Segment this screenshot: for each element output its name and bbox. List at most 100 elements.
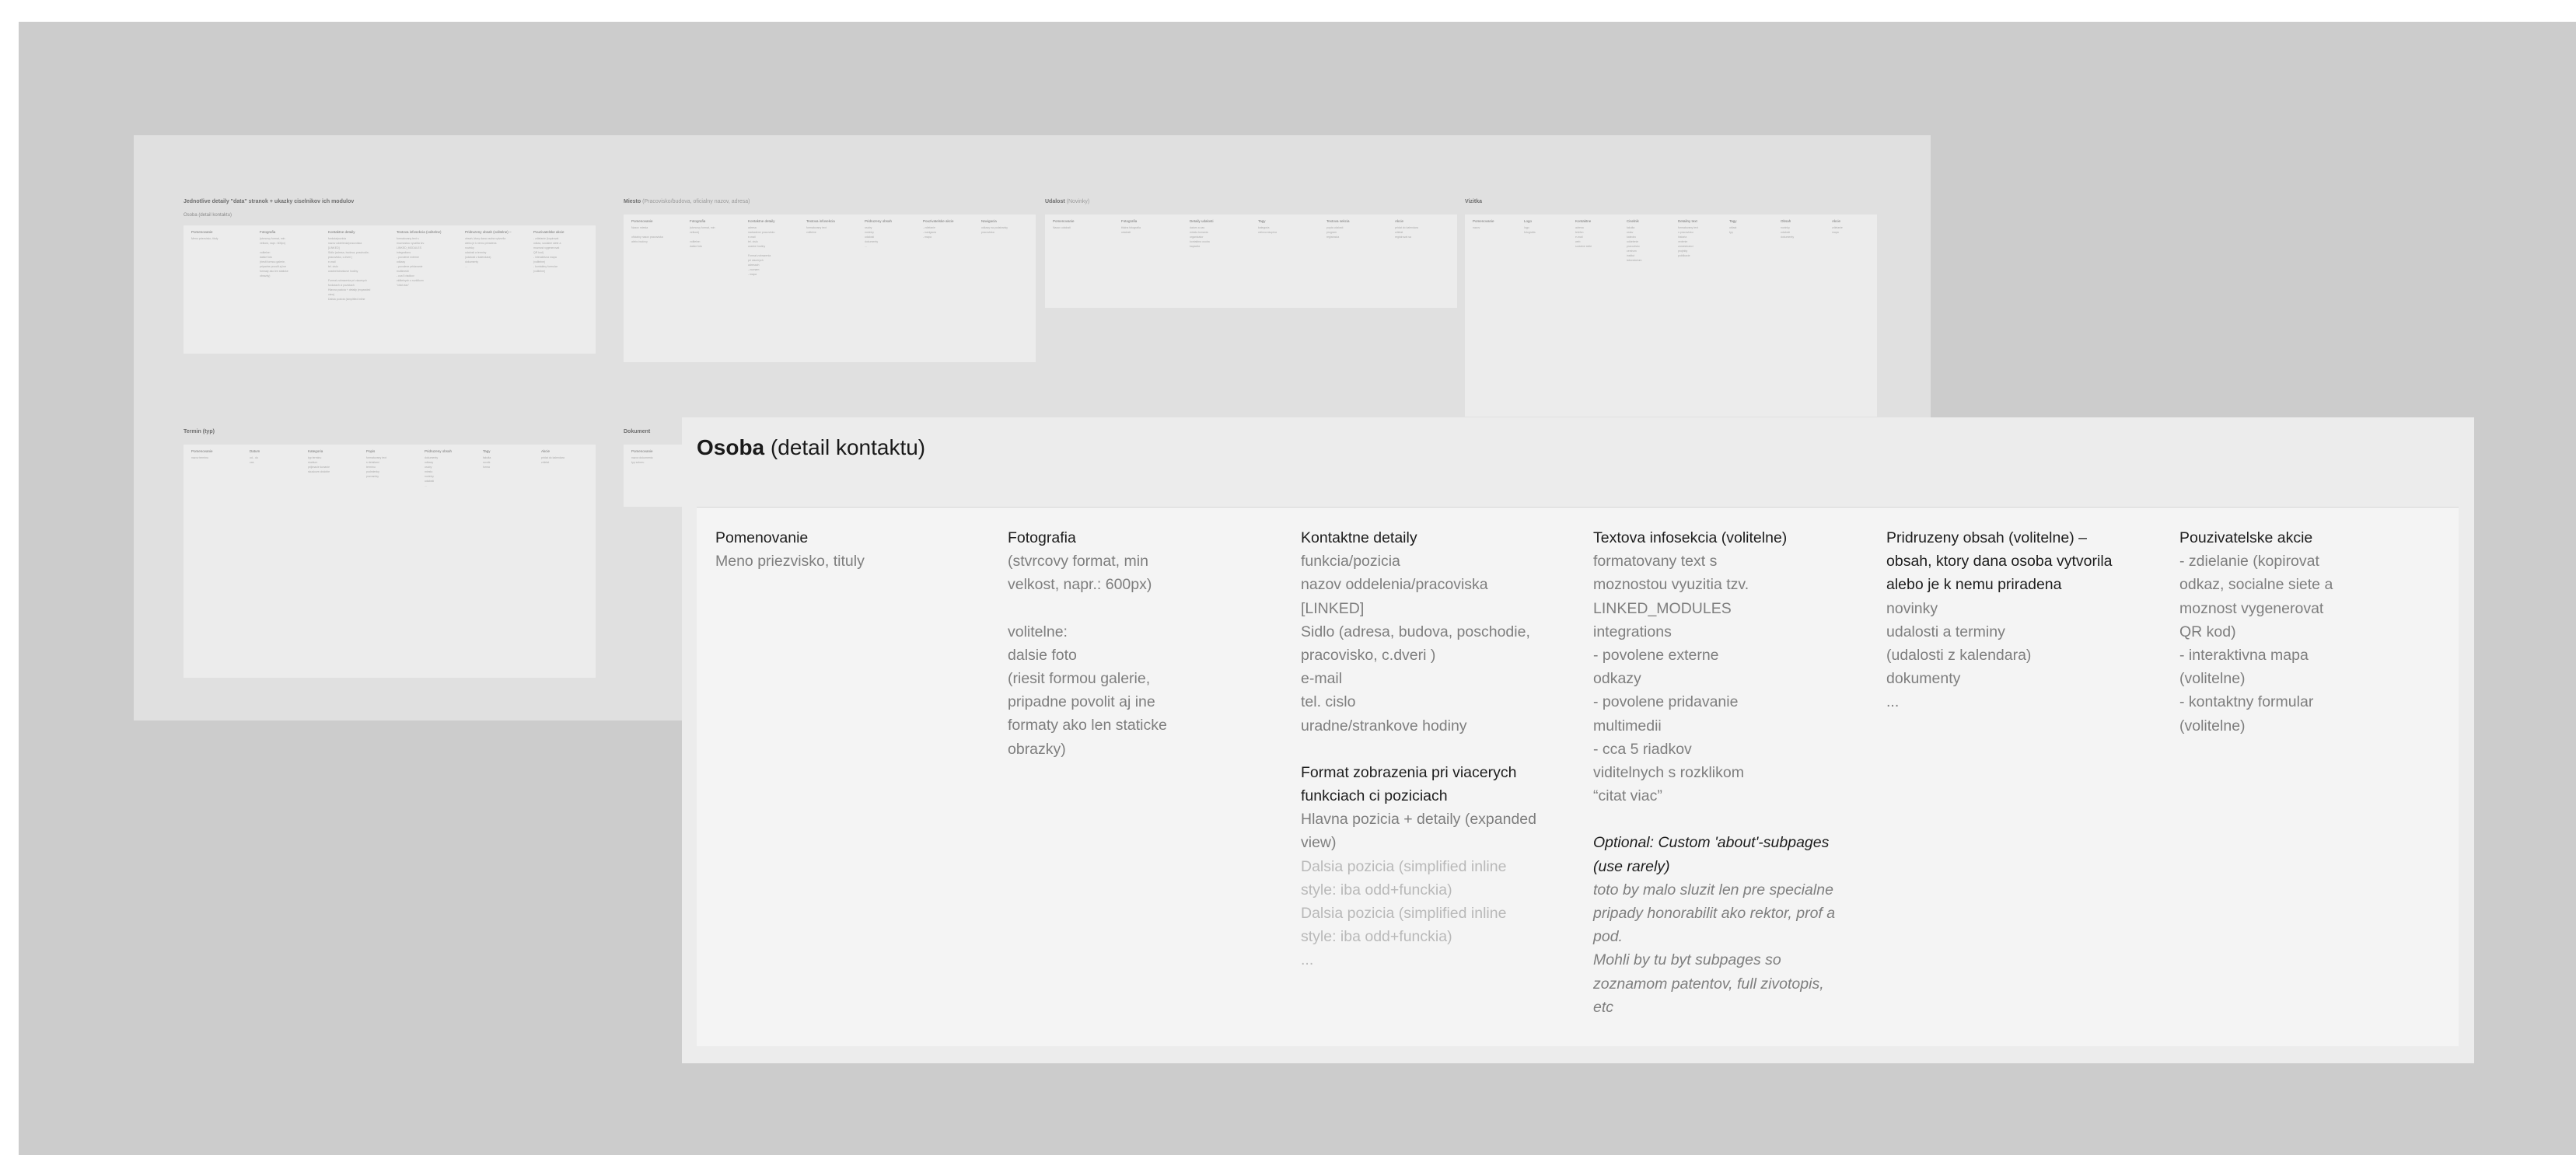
mini-column-header: Akcie xyxy=(541,449,551,453)
section-title: Termin (typ) xyxy=(184,429,215,434)
column-line: integrations xyxy=(1593,623,1672,640)
column-line: uradne/strankove hodiny xyxy=(1301,717,1467,735)
mini-column: Pomenovanie nazov terminu xyxy=(191,449,245,460)
column-line: pod. xyxy=(1593,928,1623,946)
mini-column-header: Tagy xyxy=(1258,219,1266,223)
column-line: formaty ako len staticke xyxy=(1008,717,1167,735)
mini-column: Pouzivatelske akcie - zdielanie - navigaci… xyxy=(923,219,977,239)
column-line: “citat viac” xyxy=(1593,787,1662,805)
mini-column: Akcie pridat do kalendara zdielat xyxy=(541,449,595,465)
column-line: multimedii xyxy=(1593,717,1662,735)
column-line: pracovisko, c.dveri ) xyxy=(1301,647,1436,665)
mini-column: Kategoria typ terminu studium prijimacie ko… xyxy=(308,449,362,474)
mini-column: Pridruzeny obsah dokumenty odkazy osoby mies… xyxy=(425,449,478,488)
column-line: volitelne: xyxy=(1008,623,1068,640)
mini-column-header: Kontaktne detaily xyxy=(748,219,775,223)
column-line: - povolene pridavanie xyxy=(1593,693,1739,711)
column-line: - povolene externe xyxy=(1593,647,1719,665)
column-pridruzeny-obsah: Pridruzeny obsah (volitelne) – obsah, kto… xyxy=(1886,526,2143,714)
mini-column-header: Obsah xyxy=(1781,219,1791,223)
column-header: Textova infosekcia (volitelne) xyxy=(1593,529,1788,546)
column-textova-infosekcia: Textova infosekcia (volitelne) formatovan… xyxy=(1593,526,1850,1019)
column-header: Pridruzeny obsah (volitelne) – xyxy=(1886,529,2087,546)
mini-line: volitelne xyxy=(806,231,816,234)
column-header: Kontaktne detaily xyxy=(1301,529,1417,546)
section-title-main: Udalost xyxy=(1045,199,1065,204)
mini-line: socialne siete xyxy=(1575,245,1592,248)
mini-line: - mapa xyxy=(923,236,931,239)
section-title-main: Vizitka xyxy=(1465,199,1483,204)
mini-column: Tagy kategoria cielova skupina xyxy=(1258,219,1322,235)
mini-line: cas xyxy=(250,461,254,464)
mini-column-header: Detaily udalosti xyxy=(1190,219,1214,223)
column-line: [LINKED] xyxy=(1301,599,1365,617)
column-line: nazov oddelenia/pracoviska xyxy=(1301,576,1488,594)
column-pouzivatelske-akcie: Pouzivatelske akcie - zdielanie (kopirova… xyxy=(2179,526,2436,738)
column-line: LINKED_MODULES xyxy=(1593,599,1732,617)
column-line: velkost, napr.: 600px) xyxy=(1008,576,1152,594)
mini-line: pracoviska xyxy=(981,231,994,234)
mini-column-header: Fotografia xyxy=(260,230,276,234)
section-title: Jednotlive detaily "data" stranok + ukaz… xyxy=(184,199,354,204)
column-line: (volitelne) xyxy=(2179,670,2246,688)
column-line: Optional: Custom 'about'-subpages xyxy=(1593,834,1830,852)
column-line: (volitelne) xyxy=(2179,717,2246,735)
mini-column-header: Pouzivatelske akcie xyxy=(533,230,564,234)
mini-column-header: Textova sekcia xyxy=(1326,219,1350,223)
mini-column-header: Pomenovanie xyxy=(631,219,653,223)
section-panel: Pomenovanie nazov Logo logo fotografia Kontak… xyxy=(1465,215,1877,417)
page-title-bold: Osoba xyxy=(697,435,765,459)
mini-line: ... xyxy=(865,245,867,248)
mini-line: publikacie xyxy=(1678,254,1690,257)
page-title-rest: (detail kontaktu) xyxy=(770,435,926,459)
mini-column-header: Ciselnik xyxy=(1627,219,1639,223)
mini-column-header: Pomenovanie xyxy=(191,230,213,234)
mini-column: Textova infosekcia (volitelne) formatovan… xyxy=(397,230,460,288)
column-line: Meno priezvisko, tituly xyxy=(715,553,865,571)
section-title-main: Termin (typ) xyxy=(184,429,215,434)
mini-column-header: Detailny text xyxy=(1678,219,1697,223)
mini-column: Tagy oblast typ xyxy=(1729,219,1776,235)
mini-line: typ suboru xyxy=(631,461,645,464)
column-header: Pouzivatelske akcie xyxy=(2179,529,2313,546)
column-line: Format zobrazenia pri viacerych xyxy=(1301,763,1517,781)
column-line: view) xyxy=(1301,834,1337,852)
mini-column: Obsah novinky udalosti dokumenty xyxy=(1781,219,1827,239)
column-pomenovanie: Pomenovanie Meno priezvisko, tituly xyxy=(715,526,972,573)
mini-line: registracia xyxy=(1326,236,1340,239)
mini-column: Pomenovanie nazov xyxy=(1473,219,1519,230)
mini-line: Dalsia pozicia (simplified inline xyxy=(328,298,365,301)
mini-line: dokumenty xyxy=(1781,236,1795,239)
column-line: (use rarely) xyxy=(1593,857,1670,875)
column-line: dokumenty xyxy=(1886,670,1961,688)
section-panel: Pomenovanie nazov terminu Datum od - do cas K… xyxy=(184,445,596,678)
mini-line: alebo budovy xyxy=(631,240,648,243)
column-line: etc xyxy=(1593,998,1614,1016)
mini-column: Tagy fakulta rocnik forma xyxy=(483,449,537,469)
mini-line: obrazky) xyxy=(260,274,271,277)
mini-column: Fotografia (stvrcovy format, min velkost) … xyxy=(690,219,743,249)
mini-line: poznamky xyxy=(366,475,379,478)
column-line: (riesit formou galerie, xyxy=(1008,670,1151,688)
mini-column: Kontaktne detaily funkcia/pozicia nazov od… xyxy=(328,230,392,302)
mini-line: ... xyxy=(425,484,427,487)
column-line: QR kod) xyxy=(2179,623,2236,640)
column-line: odkazy xyxy=(1593,670,1641,688)
mini-line: udalosti xyxy=(1121,231,1131,234)
column-line: viditelnych s rozklikom xyxy=(1593,764,1744,782)
column-line: pripadne povolit aj ine xyxy=(1008,693,1155,711)
mini-line: fotografia xyxy=(1524,231,1536,234)
mini-column-header: Kategoria xyxy=(308,449,323,453)
mini-column: Fotografia (stvrcovy format, min velkost, … xyxy=(260,230,323,278)
column-header: obsah, ktory dana osoba vytvorila xyxy=(1886,553,2113,571)
section-title: Miesto (Pracovisko/budova, oficialny naz… xyxy=(624,199,750,204)
column-line: style: iba odd+funckia) xyxy=(1301,928,1452,946)
mini-line: registrovat sa xyxy=(1395,236,1412,239)
column-line: Dalsia pozicia (simplified inline xyxy=(1301,905,1507,923)
mini-column: Ciselnik fakulta ustav katedra oddelenie prac… xyxy=(1627,219,1673,263)
mini-column-header: Pomenovanie xyxy=(631,449,653,453)
mini-line: skuskove obdobie xyxy=(308,470,330,473)
column-kontaktne-detaily: Kontaktne detaily funkcia/pozicia nazov od… xyxy=(1301,526,1557,972)
column-line: udalosti a terminy xyxy=(1886,623,2005,640)
